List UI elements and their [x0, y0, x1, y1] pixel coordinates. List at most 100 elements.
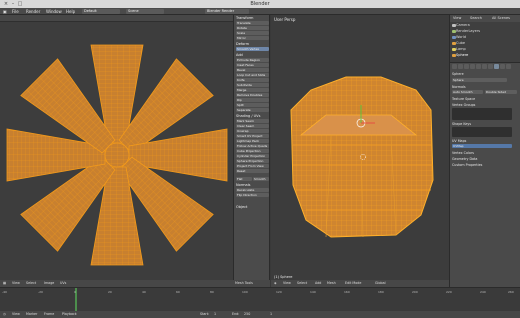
data-tab-icon[interactable] [494, 64, 499, 69]
minimize-window-icon[interactable]: – [10, 1, 16, 7]
editor-type-icon[interactable]: ▣ [3, 9, 7, 14]
tool-section-transform[interactable]: Transform [236, 16, 269, 20]
menu-window[interactable]: Window [46, 9, 62, 14]
outliner-tab-search[interactable]: Search [470, 16, 482, 21]
cylinder-projection-button[interactable]: Cylinder Projection [236, 154, 269, 158]
render-engine-select[interactable]: Blender Render [205, 9, 249, 14]
menu-file[interactable]: File [12, 9, 19, 14]
unwrap-button[interactable]: Unwrap [236, 129, 269, 133]
vp-mode-select[interactable]: Edit Mode [345, 281, 361, 286]
outliner-row-renderlayers[interactable]: RenderLayers [456, 29, 480, 33]
scene-tab-icon[interactable] [464, 64, 469, 69]
shape-keys-panel-header[interactable]: Shape Keys [452, 122, 519, 126]
menu-render[interactable]: Render [26, 9, 40, 14]
translate-button[interactable]: Translate [236, 21, 269, 25]
scene-select[interactable]: Scene [126, 9, 164, 14]
recalculate-button[interactable]: Recalculate [236, 188, 269, 192]
vertex-colors-panel-header[interactable]: Vertex Colors [452, 151, 519, 155]
cube-projection-button[interactable]: Cube Projection [236, 149, 269, 153]
auto-smooth-checkbox[interactable]: Auto Smooth [452, 90, 483, 94]
texture-space-panel-header[interactable]: Texture Space [452, 97, 519, 101]
modifiers-tab-icon[interactable] [488, 64, 493, 69]
outliner-row-sphere[interactable]: Sphere [456, 53, 468, 57]
inset-button[interactable]: Inset Faces [236, 63, 269, 67]
constraints-tab-icon[interactable] [482, 64, 487, 69]
current-frame-field[interactable]: 1 [270, 312, 272, 317]
vp-menu-mesh[interactable]: Mesh [327, 281, 336, 286]
project-from-view-button[interactable]: Project From View [236, 164, 269, 168]
tool-section-add[interactable]: Add [236, 53, 269, 57]
layers-tab-icon[interactable] [458, 64, 463, 69]
outliner-tab-all-scenes[interactable]: All Scenes [492, 16, 510, 21]
layout-select[interactable]: Default [82, 9, 120, 14]
uv-editor-canvas[interactable] [0, 22, 233, 280]
custom-properties-panel-header[interactable]: Custom Properties [452, 163, 519, 167]
tl-menu-frame[interactable]: Frame [44, 312, 54, 317]
smart-uv-project-button[interactable]: Smart UV Project [236, 134, 269, 138]
maximize-window-icon[interactable]: □ [17, 1, 23, 7]
follow-active-quads-button[interactable]: Follow Active Quads [236, 144, 269, 148]
outliner-row-camera[interactable]: Camera [456, 23, 470, 27]
world-tab-icon[interactable] [470, 64, 475, 69]
viewport-editor-type-icon[interactable]: ◈ [274, 281, 277, 286]
timeline[interactable]: -40 -20 0 20 40 60 80 100 120 140 160 18… [0, 287, 520, 318]
flip-direction-button[interactable]: Flip Direction [236, 193, 269, 197]
lightmap-pack-button[interactable]: Lightmap Pack [236, 139, 269, 143]
close-window-icon[interactable]: × [3, 1, 9, 7]
vp-orientation-select[interactable]: Global [375, 281, 386, 286]
outliner-row-lamp[interactable]: Lamp [456, 47, 466, 51]
menu-help[interactable]: Help [66, 9, 75, 14]
outliner-row-cube[interactable]: Cube [456, 41, 465, 45]
rotate-button[interactable]: Rotate [236, 26, 269, 30]
tool-section-object[interactable]: Object [236, 205, 269, 209]
loop-cut-button[interactable]: Loop Cut and Slide [236, 73, 269, 77]
uv-editor-type-icon[interactable]: ▦ [3, 281, 6, 286]
tl-menu-playback[interactable]: Playback [62, 312, 77, 317]
smooth-vertex-button[interactable]: Smooth Vertex [236, 47, 269, 51]
tool-section-deform[interactable]: Deform [236, 42, 269, 46]
clear-seam-button[interactable]: Clear Seam [236, 124, 269, 128]
material-tab-icon[interactable] [500, 64, 505, 69]
smooth-button[interactable]: Smooth [253, 177, 269, 181]
reset-button[interactable]: Reset [236, 169, 269, 173]
flat-button[interactable]: Flat [236, 177, 252, 181]
uv-map-item[interactable]: UVMap [452, 144, 512, 148]
double-sided-checkbox[interactable]: Double Sided [485, 90, 517, 94]
mark-seam-button[interactable]: Mark Seam [236, 119, 269, 123]
vp-menu-view[interactable]: View [283, 281, 291, 286]
geometry-data-panel-header[interactable]: Geometry Data [452, 157, 519, 161]
3d-viewport[interactable] [271, 15, 449, 280]
remove-doubles-button[interactable]: Remove Doubles [236, 93, 269, 97]
tl-menu-marker[interactable]: Marker [26, 312, 37, 317]
subdivide-button[interactable]: Subdivide [236, 83, 269, 87]
vertex-groups-list[interactable] [452, 108, 512, 120]
uv-menu-view[interactable]: View [12, 281, 20, 286]
merge-button[interactable]: Merge [236, 88, 269, 92]
uv-menu-select[interactable]: Select [26, 281, 36, 286]
extrude-button[interactable]: Extrude Region [236, 58, 269, 62]
texture-tab-icon[interactable] [506, 64, 511, 69]
mesh-name-field[interactable]: Sphere [452, 78, 507, 82]
knife-button[interactable]: Knife [236, 78, 269, 82]
uv-menu-uvs[interactable]: UVs [60, 281, 66, 286]
bevel-button[interactable]: Bevel [236, 68, 269, 72]
vertex-groups-panel-header[interactable]: Vertex Groups [452, 103, 519, 107]
split-button[interactable]: Split [236, 103, 269, 107]
outliner-tab-view[interactable]: View [453, 16, 461, 21]
start-frame-field[interactable]: 1 [214, 312, 216, 317]
uv-maps-panel-header[interactable]: UV Maps [452, 139, 519, 143]
separate-button[interactable]: Separate [236, 108, 269, 112]
object-tab-icon[interactable] [476, 64, 481, 69]
tl-menu-view[interactable]: View [12, 312, 20, 317]
rip-button[interactable]: Rip [236, 98, 269, 102]
scale-button[interactable]: Scale [236, 31, 269, 35]
vp-menu-select[interactable]: Select [297, 281, 307, 286]
normals-panel-header[interactable]: Normals [452, 85, 519, 89]
render-tab-icon[interactable] [452, 64, 457, 69]
uv-menu-image[interactable]: Image [44, 281, 54, 286]
shape-keys-list[interactable] [452, 127, 512, 137]
tool-section-shading-uvs[interactable]: Shading / UVs [236, 114, 269, 118]
outliner-row-world[interactable]: World [456, 35, 466, 39]
vp-menu-add[interactable]: Add [315, 281, 321, 286]
timeline-editor-type-icon[interactable]: ◷ [3, 312, 6, 317]
